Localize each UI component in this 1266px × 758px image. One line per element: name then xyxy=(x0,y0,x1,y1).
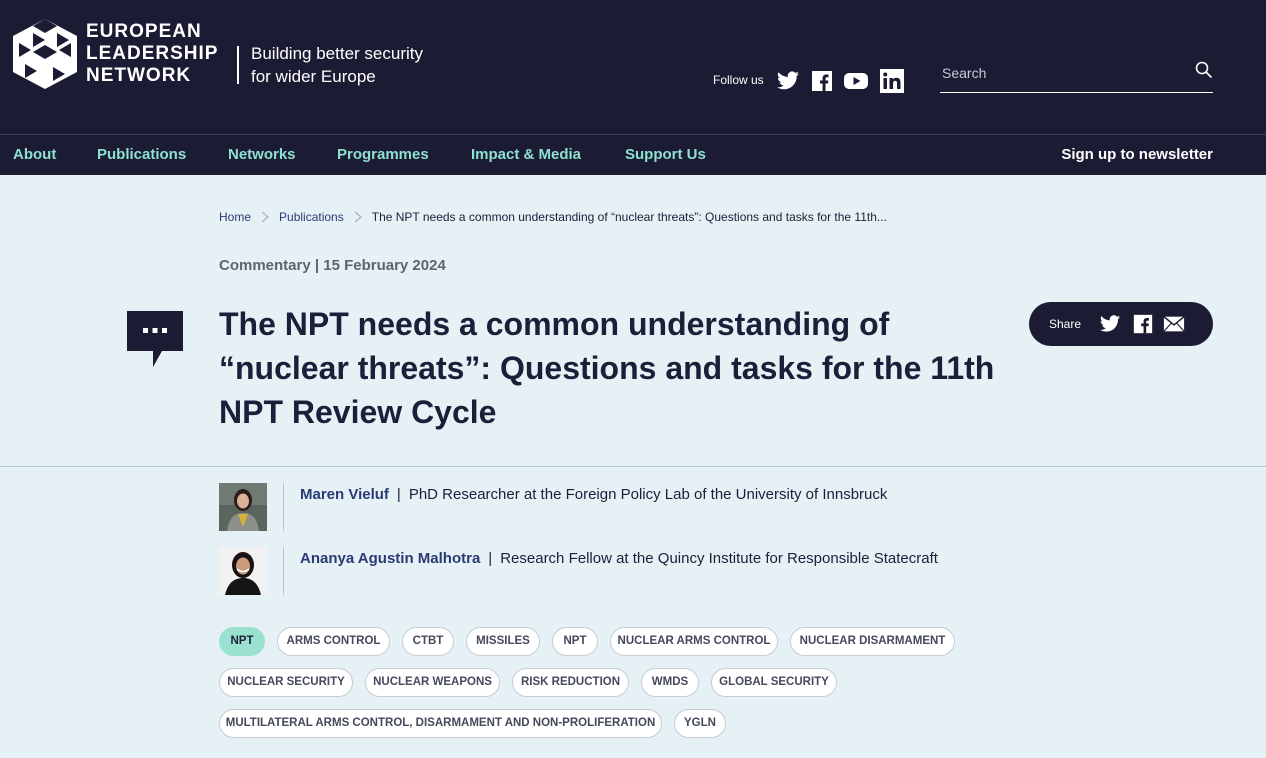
author-info: Maren Vieluf | PhD Researcher at the Forei… xyxy=(300,486,887,503)
nav-item-about[interactable]: About xyxy=(13,146,56,163)
logo-line: LEADERSHIP xyxy=(86,43,219,64)
logo-line: EUROPEAN xyxy=(86,21,202,42)
author-row: Maren Vieluf | PhD Researcher at the Forei… xyxy=(219,483,1119,531)
author-role: PhD Researcher at the Foreign Policy Lab… xyxy=(408,486,888,503)
nav-item-programmes[interactable]: Programmes xyxy=(337,146,429,163)
tagline: Building better security for wider Europ… xyxy=(251,42,423,88)
article-title: The NPT needs a common understanding of … xyxy=(219,306,995,430)
breadcrumb-current: The NPT needs a common understanding of … xyxy=(371,210,887,224)
avatar[interactable] xyxy=(219,547,267,595)
author-row: Ananya Agustin Malhotra | Research Fellow … xyxy=(219,547,1119,595)
tag-global-security[interactable]: GLOBAL SECURITY xyxy=(711,668,837,697)
tag-nuclear-arms-control[interactable]: NUCLEAR ARMS CONTROL xyxy=(610,627,778,656)
tag-nuclear-security[interactable]: NUCLEAR SECURITY xyxy=(219,668,353,697)
tag-wmds[interactable]: WMDS xyxy=(641,668,699,697)
tagline-line: Building better security xyxy=(251,44,423,63)
tag-npt-primary[interactable]: NPT xyxy=(219,627,265,656)
site-header: EUROPEAN LEADERSHIP NETWORK Building bet… xyxy=(0,0,1266,134)
nav-item-networks[interactable]: Networks xyxy=(228,146,296,163)
tag-arms-control[interactable]: ARMS CONTROL xyxy=(277,627,390,656)
tag-nuclear-weapons[interactable]: NUCLEAR WEAPONS xyxy=(365,668,500,697)
commentary-icon xyxy=(127,311,183,367)
chevron-right-icon xyxy=(261,211,269,223)
author-separator: | xyxy=(396,486,401,503)
tag-missiles[interactable]: MISSILES xyxy=(466,627,540,656)
section-divider xyxy=(0,466,1266,467)
tag-nuclear-disarmament[interactable]: NUCLEAR DISARMAMENT xyxy=(790,627,955,656)
avatar[interactable] xyxy=(219,483,267,531)
email-icon[interactable] xyxy=(1162,313,1186,335)
eln-logo-icon[interactable] xyxy=(13,19,77,89)
logo-wordmark[interactable]: EUROPEAN LEADERSHIP NETWORK xyxy=(86,21,218,87)
facebook-icon[interactable] xyxy=(1131,313,1155,335)
tag-ctbt[interactable]: CTBT xyxy=(402,627,454,656)
breadcrumb: Home Publications The NPT needs a common… xyxy=(219,210,887,224)
share-label: Share xyxy=(1049,317,1082,331)
nav-item-support-us[interactable]: Support Us xyxy=(625,146,706,163)
nav-item-publications[interactable]: Publications xyxy=(97,146,186,163)
twitter-icon[interactable] xyxy=(1098,313,1122,335)
author-name-link[interactable]: Ananya Agustin Malhotra xyxy=(300,550,480,567)
facebook-icon[interactable] xyxy=(810,69,834,93)
tag-multilateral-arms-control[interactable]: MULTILATERAL ARMS CONTROL, DISARMAMENT A… xyxy=(219,709,662,738)
share-bar: Share xyxy=(1029,302,1213,346)
search-icon[interactable] xyxy=(1195,61,1213,79)
author-role: Research Fellow at the Quincy Institute … xyxy=(500,550,938,567)
article-meta: Commentary | 15 February 2024 xyxy=(219,257,446,274)
twitter-icon[interactable] xyxy=(776,69,800,93)
author-separator: | xyxy=(488,550,493,567)
search-input[interactable] xyxy=(942,62,1182,84)
newsletter-signup-link[interactable]: Sign up to newsletter xyxy=(1061,146,1213,163)
tagline-line: for wider Europe xyxy=(251,67,376,86)
tag-npt[interactable]: NPT xyxy=(552,627,598,656)
author-divider xyxy=(283,547,284,595)
follow-us-label: Follow us xyxy=(713,73,764,87)
author-info: Ananya Agustin Malhotra | Research Fellow … xyxy=(300,550,938,567)
tag-risk-reduction[interactable]: RISK REDUCTION xyxy=(512,668,629,697)
tag-ygln[interactable]: YGLN xyxy=(674,709,726,738)
nav-item-impact-media[interactable]: Impact & Media xyxy=(471,146,581,163)
tagline-divider xyxy=(237,46,239,84)
chevron-right-icon xyxy=(354,211,362,223)
author-name-link[interactable]: Maren Vieluf xyxy=(300,486,389,503)
search-box xyxy=(940,56,1213,93)
main-nav: About Publications Networks Programmes I… xyxy=(0,134,1266,175)
linkedin-icon[interactable] xyxy=(880,69,904,93)
author-divider xyxy=(283,483,284,531)
breadcrumb-publications[interactable]: Publications xyxy=(279,210,344,224)
breadcrumb-home[interactable]: Home xyxy=(219,210,251,224)
logo-line: NETWORK xyxy=(86,65,192,86)
youtube-icon[interactable] xyxy=(844,69,868,93)
